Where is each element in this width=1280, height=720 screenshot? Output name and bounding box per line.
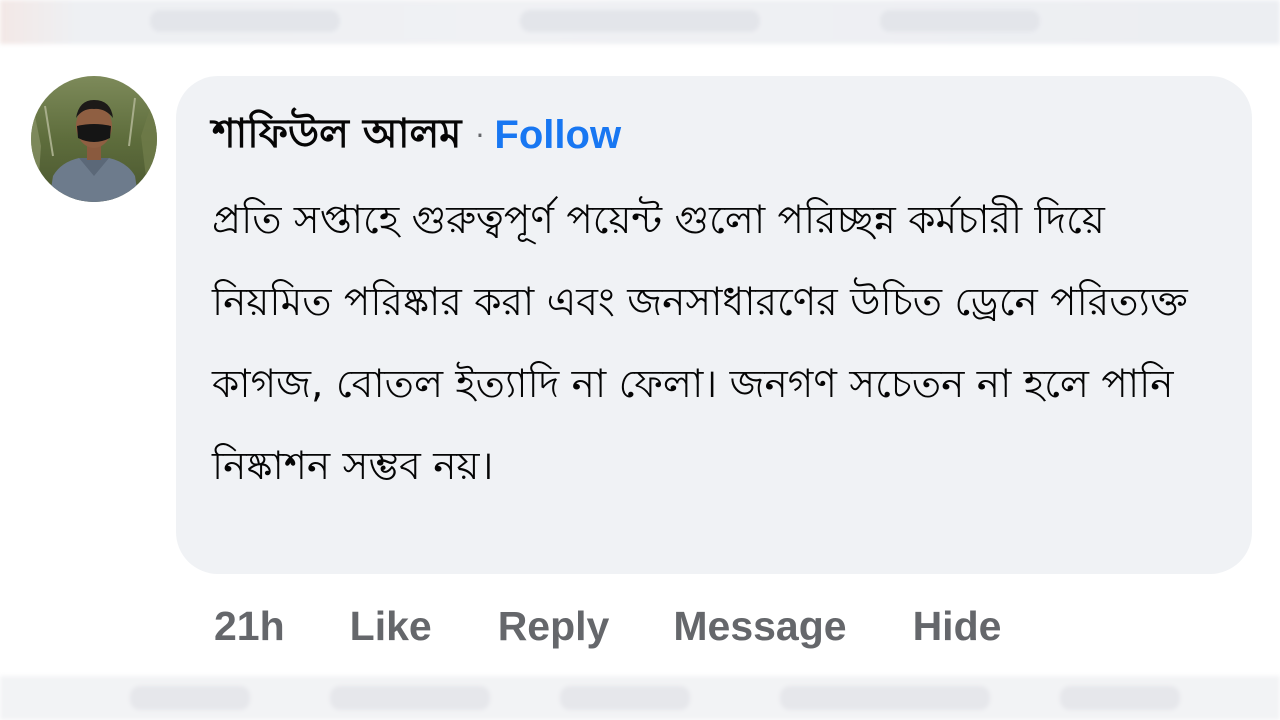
blurred-text-block [880, 10, 1040, 32]
blurred-previous-comment [0, 0, 1280, 44]
blurred-text-block [150, 10, 340, 32]
comment-text: প্রতি সপ্তাহে গুরুত্বপূর্ণ পয়েন্ট গুলো … [212, 198, 1188, 489]
blurred-text-block [560, 686, 690, 710]
comment-actions: 21h Like Reply Message Hide [214, 598, 1001, 654]
author-name[interactable]: শাফিউল আলম [212, 102, 462, 169]
blurred-text-block [520, 10, 760, 32]
avatar[interactable] [31, 76, 157, 202]
blurred-text-block [780, 686, 990, 710]
hide-button[interactable]: Hide [913, 603, 1002, 650]
reply-button[interactable]: Reply [498, 603, 610, 650]
message-button[interactable]: Message [673, 603, 846, 650]
blurred-text-block [330, 686, 490, 710]
like-button[interactable]: Like [350, 603, 432, 650]
blurred-next-comment [0, 676, 1280, 720]
follow-button[interactable]: Follow [494, 113, 621, 158]
comment-header: শাফিউল আলম · Follow [212, 108, 621, 162]
blurred-text-block [130, 686, 250, 710]
avatar-photo [31, 76, 157, 202]
separator-dot: · [475, 118, 485, 152]
timestamp[interactable]: 21h [214, 603, 285, 650]
blurred-text-block [1060, 686, 1180, 710]
